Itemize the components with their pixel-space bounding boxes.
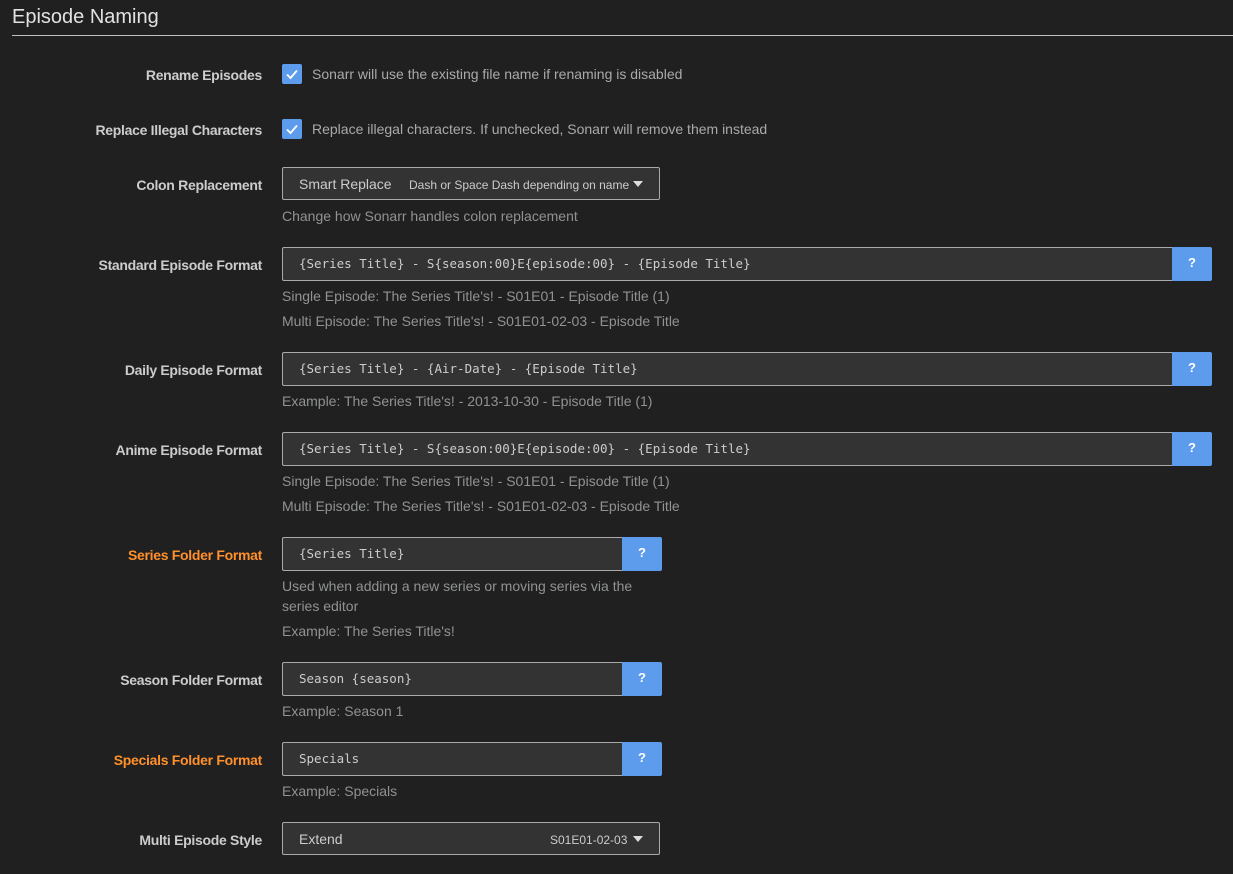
season-folder-help-button[interactable]: ? xyxy=(622,662,662,696)
standard-format-help-button[interactable]: ? xyxy=(1172,247,1212,281)
season-folder-example: Example: Season 1 xyxy=(282,703,404,719)
section-title: Episode Naming xyxy=(12,6,159,28)
specials-folder-label: Specials Folder Format xyxy=(113,752,263,768)
series-folder-input[interactable]: {Series Title} xyxy=(282,537,622,571)
multi-episode-style-value-hint: S01E01-02-03 xyxy=(550,833,628,847)
daily-format-help-button[interactable]: ? xyxy=(1172,352,1212,386)
section-divider xyxy=(12,35,1233,36)
anime-format-input[interactable]: {Series Title} - S{season:00}E{episode:0… xyxy=(282,432,1172,466)
colon-replacement-label: Colon Replacement xyxy=(136,177,262,193)
multi-episode-style-value: Extend xyxy=(299,831,343,847)
specials-folder-example: Example: Specials xyxy=(282,783,398,799)
series-folder-example: Example: The Series Title's! xyxy=(282,623,455,639)
standard-format-example-single: Single Episode: The Series Title's! - S0… xyxy=(282,288,670,304)
specials-folder-help-button[interactable]: ? xyxy=(622,742,662,776)
colon-replacement-select[interactable]: Smart Replace Dash or Space Dash dependi… xyxy=(282,167,660,200)
series-folder-label: Series Folder Format xyxy=(127,547,262,563)
checkmark-icon xyxy=(286,124,298,135)
daily-format-label: Daily Episode Format xyxy=(124,362,262,378)
standard-format-example-multi: Multi Episode: The Series Title's! - S01… xyxy=(282,313,680,329)
multi-episode-style-select[interactable]: Extend S01E01-02-03 xyxy=(282,822,660,855)
chevron-down-icon xyxy=(633,836,643,842)
anime-format-example-multi: Multi Episode: The Series Title's! - S01… xyxy=(282,498,680,514)
season-folder-label: Season Folder Format xyxy=(120,672,262,688)
colon-replacement-help: Change how Sonarr handles colon replacem… xyxy=(282,208,578,224)
standard-format-label: Standard Episode Format xyxy=(98,257,263,273)
specials-folder-input[interactable]: Specials xyxy=(282,742,622,776)
series-folder-help-button[interactable]: ? xyxy=(622,537,662,571)
anime-format-help-button[interactable]: ? xyxy=(1172,432,1212,466)
rename-episodes-label: Rename Episodes xyxy=(145,67,262,83)
anime-format-label: Anime Episode Format xyxy=(115,442,263,458)
replace-illegal-checkbox[interactable] xyxy=(282,119,302,139)
standard-format-input[interactable]: {Series Title} - S{season:00}E{episode:0… xyxy=(282,247,1172,281)
replace-illegal-help: Replace illegal characters. If unchecked… xyxy=(312,121,768,137)
rename-episodes-help: Sonarr will use the existing file name i… xyxy=(312,66,683,82)
colon-replacement-value: Smart Replace xyxy=(299,176,392,192)
anime-format-example-single: Single Episode: The Series Title's! - S0… xyxy=(282,473,670,489)
multi-episode-style-label: Multi Episode Style xyxy=(139,832,262,848)
series-folder-help-line1: Used when adding a new series or moving … xyxy=(282,578,633,594)
chevron-down-icon xyxy=(633,181,643,187)
checkmark-icon xyxy=(286,69,298,80)
colon-replacement-value-hint: Dash or Space Dash depending on name xyxy=(409,178,630,192)
daily-format-example: Example: The Series Title's! - 2013-10-3… xyxy=(282,393,653,409)
daily-format-input[interactable]: {Series Title} - {Air-Date} - {Episode T… xyxy=(282,352,1172,386)
series-folder-help-line2: series editor xyxy=(282,598,359,614)
replace-illegal-label: Replace Illegal Characters xyxy=(95,122,262,138)
rename-episodes-checkbox[interactable] xyxy=(282,64,302,84)
season-folder-input[interactable]: Season {season} xyxy=(282,662,622,696)
